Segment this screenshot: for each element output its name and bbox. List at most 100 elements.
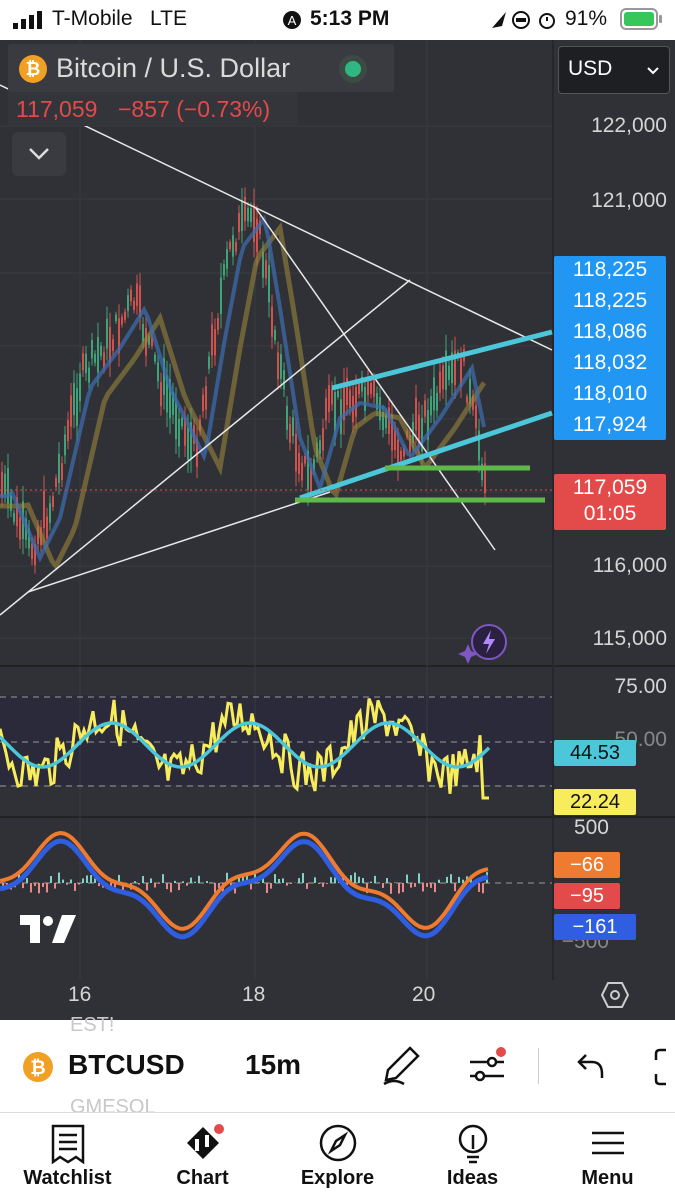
tab-label: Explore (270, 1167, 405, 1190)
candle-body (181, 418, 183, 427)
candle-body (202, 394, 204, 411)
osc-histogram-bar (70, 879, 72, 883)
osc-histogram-bar (270, 883, 272, 889)
interval-button[interactable]: 15m (245, 1049, 301, 1081)
rsi-signal-value: 44.53 (554, 740, 636, 766)
drawing-pen-icon[interactable] (380, 1044, 424, 1088)
candle-body (235, 242, 237, 252)
currency-label: USD (568, 57, 612, 81)
candle-body (94, 354, 96, 363)
candle-body (82, 353, 84, 370)
osc-histogram-bar (214, 883, 216, 893)
candle-body (112, 339, 114, 351)
osc-histogram-bar (206, 881, 208, 883)
osc-histogram-bar (194, 882, 196, 883)
candle-body (220, 278, 222, 314)
candle-body (268, 265, 270, 302)
fullscreen-icon[interactable] (654, 1048, 675, 1086)
symbol-button[interactable]: BTCUSD (68, 1049, 185, 1081)
chart-settings-icon[interactable] (600, 980, 630, 1010)
osc-histogram-bar (426, 883, 428, 887)
symbol-title: Bitcoin / U.S. Dollar (56, 53, 290, 84)
candle-body (70, 395, 72, 426)
candle-body (205, 386, 207, 409)
price-axis-label: 116,000 (593, 554, 667, 578)
candle-body (277, 352, 279, 379)
candle-body (442, 366, 444, 390)
rsi-value: 22.24 (554, 789, 636, 815)
symbol-header[interactable]: ₿ Bitcoin / U.S. Dollar (8, 44, 394, 92)
price-axis-label: 115,000 (593, 627, 667, 651)
svg-text:A: A (288, 13, 297, 28)
last-price-tag: 117,059 01:05 (554, 474, 666, 530)
candle-body (283, 370, 285, 389)
tab-ideas[interactable]: Ideas (405, 1113, 540, 1201)
bitcoin-icon: ₿ (22, 1051, 54, 1083)
price-change: −857 (−0.73%) (118, 96, 270, 123)
candle-body (325, 398, 327, 421)
candle-body (466, 396, 468, 402)
symbol-toolbar: EST! GMESOL ₿ BTCUSD 15m (0, 1020, 675, 1112)
currency-select[interactable]: USD (558, 46, 670, 94)
candle-body (424, 400, 426, 416)
candle-body (475, 405, 477, 428)
ghost-text: EST! (70, 1014, 114, 1037)
osc-histogram-bar (178, 883, 180, 890)
candle-body (52, 496, 54, 507)
battery-percent: 91% (565, 7, 607, 31)
candle-body (223, 264, 225, 276)
osc-histogram-bar (438, 880, 440, 883)
undo-icon[interactable] (572, 1052, 606, 1082)
candle-body (436, 393, 438, 411)
candle-body (1, 472, 3, 497)
chart-area[interactable]: ₿ Bitcoin / U.S. Dollar 117,059 −857 (−0… (0, 40, 675, 1020)
osc-histogram-bar (146, 883, 148, 890)
osc-histogram-bar (362, 878, 364, 883)
candle-body (187, 427, 189, 460)
candle-body (142, 324, 144, 341)
ai-assistant-icon[interactable] (458, 622, 510, 664)
bitcoin-icon: ₿ (18, 54, 48, 84)
status-icons (490, 10, 560, 30)
osc-histogram-bar (158, 883, 160, 884)
candle-body (88, 368, 90, 383)
price-tag: 117,924 (554, 413, 666, 437)
osc-histogram-bar (422, 883, 424, 891)
osc-histogram-bar (174, 881, 176, 883)
candle-body (100, 346, 102, 356)
candle-body (73, 383, 75, 415)
candle-body (127, 295, 129, 311)
current-price: 117,059 (16, 96, 97, 123)
tab-explore[interactable]: Explore (270, 1113, 405, 1201)
price-tag-stack: 118,225 118,225 118,086 118,032 118,010 … (554, 256, 666, 440)
candle-body (271, 307, 273, 337)
tab-menu[interactable]: Menu (540, 1113, 675, 1201)
tab-chart[interactable]: Chart (135, 1113, 270, 1201)
lightbulb-icon (453, 1123, 495, 1165)
osc-histogram-bar (482, 883, 484, 893)
osc-histogram-bar (446, 877, 448, 883)
chevron-down-icon (27, 146, 51, 162)
hamburger-menu-icon (588, 1123, 630, 1165)
candle-body (322, 428, 324, 451)
expand-toggle-button[interactable] (12, 132, 66, 176)
candle-body (289, 424, 291, 443)
candle-body (133, 301, 135, 310)
tab-label: Chart (135, 1167, 270, 1190)
indicators-icon[interactable] (466, 1046, 510, 1086)
time-axis-label: 20 (412, 983, 435, 1007)
battery-icon (620, 8, 664, 30)
candle-body (280, 354, 282, 379)
tab-watchlist[interactable]: Watchlist (0, 1113, 135, 1201)
candle-body (97, 337, 99, 373)
candle-body (43, 491, 45, 528)
osc-histogram-bar (290, 883, 292, 884)
osc-histogram-bar (286, 883, 288, 886)
last-price-value: 117,059 (554, 476, 666, 500)
tab-label: Ideas (405, 1167, 540, 1190)
osc-histogram-bar (74, 883, 76, 891)
time-axis-label: 16 (68, 983, 91, 1007)
osc-histogram-bar (454, 883, 456, 891)
osc-histogram-bar (322, 883, 324, 887)
osc-level-label: 500 (574, 816, 609, 840)
